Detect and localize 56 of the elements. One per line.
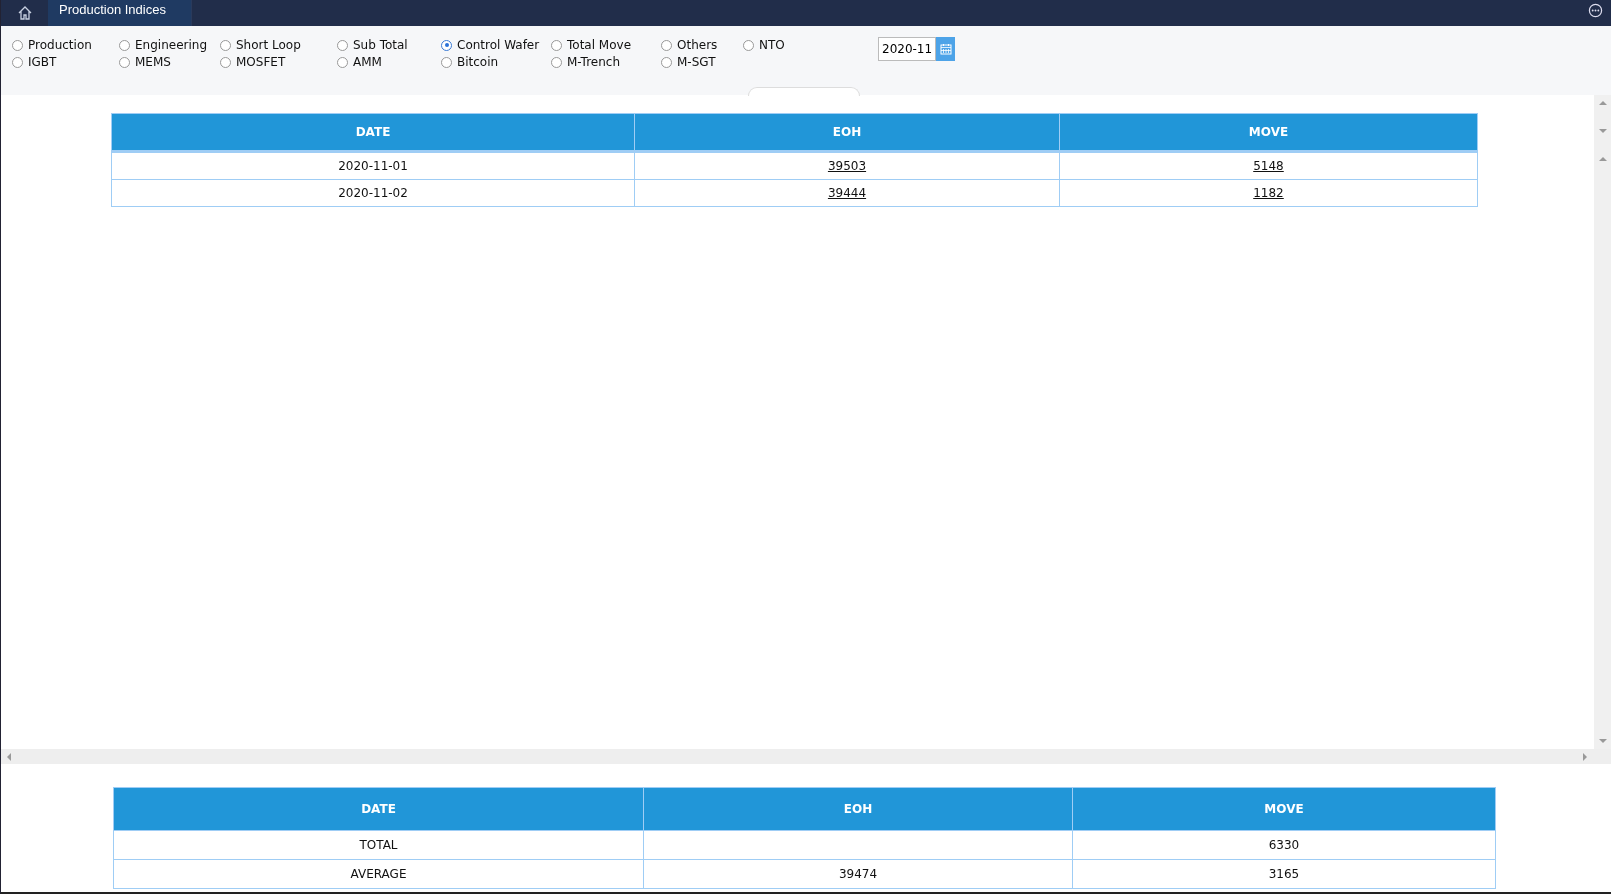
column-header: DATE — [111, 113, 635, 152]
month-field[interactable]: 2020-11 — [878, 37, 936, 61]
table-cell: 39474 — [838, 867, 878, 881]
radio-button[interactable] — [551, 56, 562, 68]
radio-button[interactable] — [119, 39, 130, 51]
radio-button[interactable] — [119, 56, 130, 68]
radio-button[interactable] — [661, 39, 672, 51]
radio-label[interactable]: Engineering — [135, 38, 207, 52]
radio-button[interactable] — [337, 56, 348, 68]
radio-button[interactable] — [743, 39, 754, 51]
calendar-icon — [939, 43, 952, 55]
collapse-handle[interactable] — [748, 87, 860, 96]
radio-label[interactable]: M-Trench — [567, 55, 620, 69]
radio-label[interactable]: Total Move — [567, 38, 632, 52]
radio-label[interactable]: AMM — [353, 55, 382, 69]
more-icon[interactable] — [1588, 3, 1603, 18]
table-cell: 2020-11-02 — [338, 186, 408, 200]
radio-button[interactable] — [12, 39, 23, 51]
radio-label[interactable]: NTO — [759, 38, 785, 52]
radio-label[interactable]: MEMS — [135, 55, 171, 69]
radio-label[interactable]: Others — [677, 38, 718, 52]
column-header: EOH — [634, 113, 1060, 152]
radio-label[interactable]: Bitcoin — [457, 55, 499, 69]
radio-button[interactable] — [220, 39, 231, 51]
radio-label[interactable]: Sub Total — [353, 38, 408, 52]
radio-label[interactable]: Short Loop — [236, 38, 301, 52]
radio-label[interactable]: MOSFET — [236, 55, 286, 69]
home-icon[interactable] — [17, 5, 33, 21]
table-cell: AVERAGE — [350, 867, 407, 881]
column-header: DATE — [113, 787, 644, 831]
column-header: MOVE — [1072, 787, 1496, 831]
radio-button[interactable] — [12, 56, 23, 68]
table-cell: 3165 — [1268, 867, 1300, 881]
column-header: EOH — [643, 787, 1073, 831]
table-cell: 2020-11-01 — [338, 159, 408, 173]
vertical-scrollbar[interactable] — [1594, 95, 1611, 749]
table-link[interactable]: 39503 — [827, 159, 867, 173]
tab[interactable]: Production Indices — [48, 0, 192, 26]
calendar-button[interactable] — [936, 37, 955, 61]
radio-button[interactable] — [441, 39, 452, 51]
radio-label[interactable]: M-SGT — [677, 55, 716, 69]
radio-button[interactable] — [220, 56, 231, 68]
column-header: MOVE — [1059, 113, 1478, 152]
radio-label[interactable]: IGBT — [28, 55, 57, 69]
table-link[interactable]: 1182 — [1253, 186, 1284, 200]
table-link[interactable]: 5148 — [1253, 159, 1284, 173]
table-cell: TOTAL — [359, 838, 398, 852]
radio-button[interactable] — [441, 56, 452, 68]
table-cell: 6330 — [1268, 838, 1300, 852]
radio-label[interactable]: Control Wafer — [457, 38, 540, 52]
radio-button[interactable] — [551, 39, 562, 51]
radio-label[interactable]: Production — [28, 38, 92, 52]
horizontal-scrollbar[interactable] — [1, 749, 1611, 764]
radio-button[interactable] — [337, 39, 348, 51]
table-link[interactable]: 39444 — [827, 186, 867, 200]
radio-button[interactable] — [661, 56, 672, 68]
